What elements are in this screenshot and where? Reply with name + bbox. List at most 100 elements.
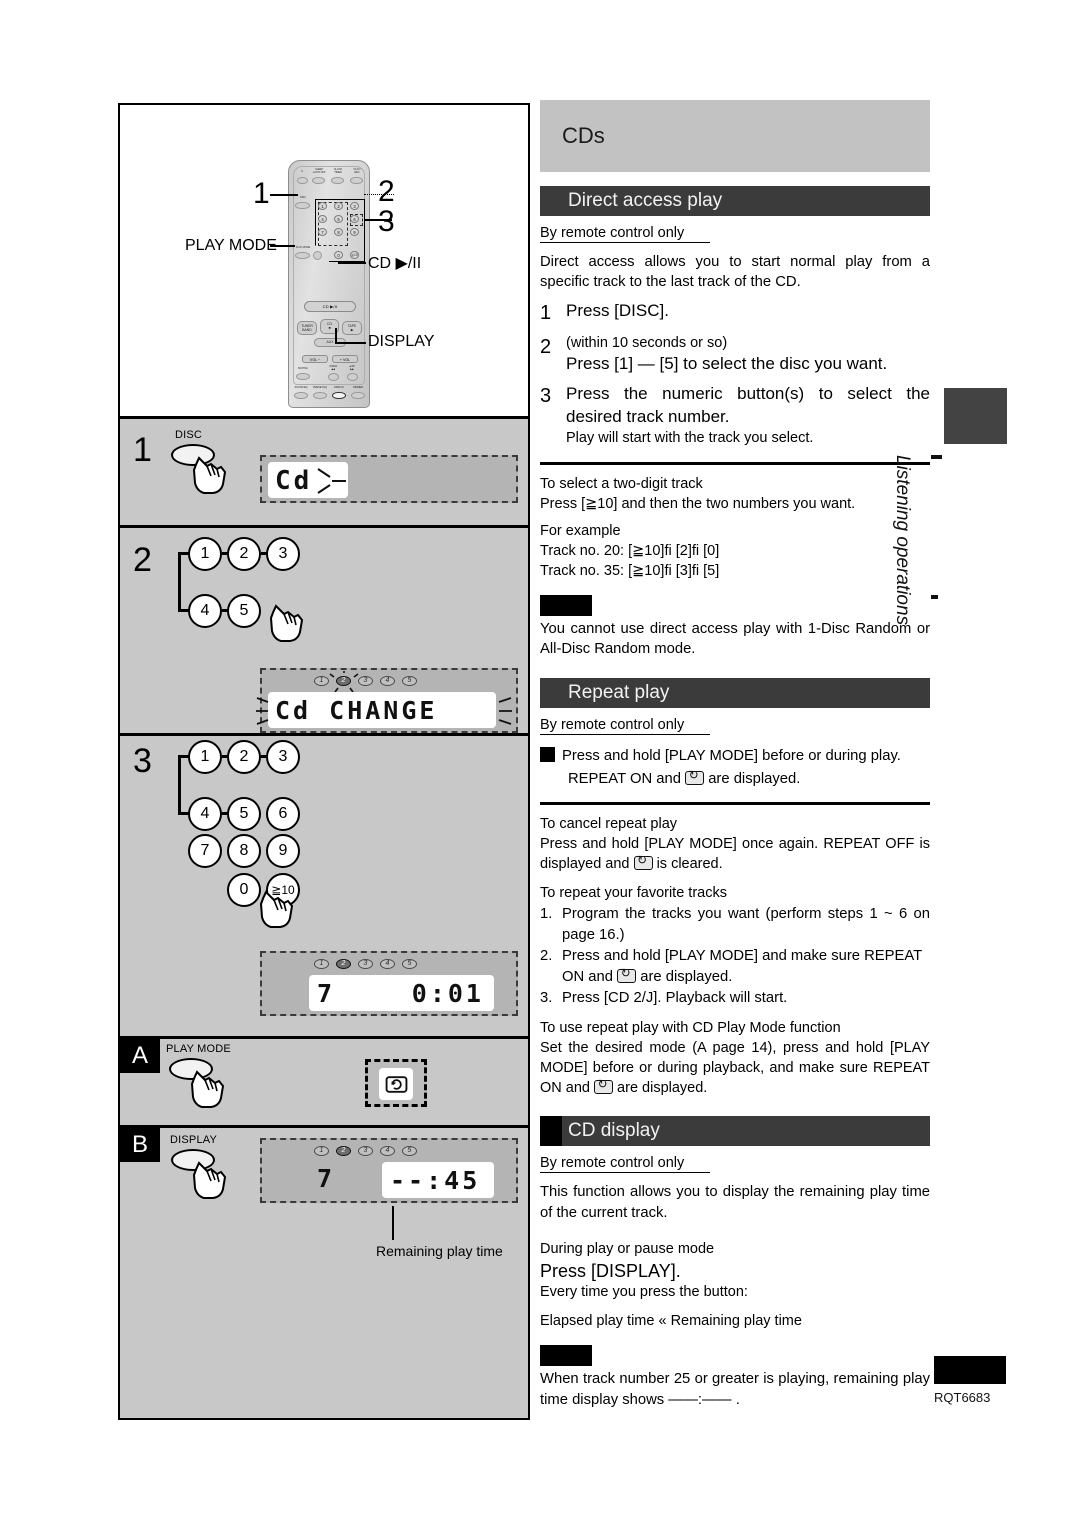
repeat-bullet-sub: REPEAT ON and are displayed. bbox=[540, 768, 930, 789]
step-3-key-8[interactable]: 8 bbox=[227, 834, 261, 868]
remote-sleep-button[interactable] bbox=[312, 177, 325, 184]
pointing-hand-icon bbox=[269, 604, 304, 642]
remote-play-rec-button[interactable] bbox=[350, 177, 363, 184]
step-2-key-5[interactable]: 5 bbox=[227, 594, 261, 628]
step-2-key-2[interactable]: 2 bbox=[227, 537, 261, 571]
remote-clock-timer-button[interactable] bbox=[331, 177, 344, 184]
disc-mark-3: 3 bbox=[358, 959, 373, 969]
remote-key-over10[interactable]: ≧10 bbox=[350, 251, 359, 259]
cd-display-note: When track number 25 or greater is playi… bbox=[540, 1371, 930, 1408]
remote-power-button[interactable] bbox=[297, 177, 308, 184]
step-3-sub: Play will start with the track you selec… bbox=[566, 430, 814, 447]
disc-mark-4: 4 bbox=[380, 1146, 395, 1156]
disc-mark-1: 1 bbox=[314, 676, 329, 686]
step-1-row: 1 DISC Cd bbox=[120, 419, 528, 528]
remote-key-5[interactable]: 5 bbox=[334, 215, 343, 223]
remote-play-mode-button[interactable] bbox=[295, 252, 310, 259]
remote-key-8[interactable]: 8 bbox=[334, 228, 343, 236]
remote-volume-up-button[interactable]: + VOL bbox=[332, 355, 358, 363]
remote-key-6[interactable]: 6 bbox=[350, 215, 359, 223]
remote-disc-label: DISC bbox=[300, 196, 306, 199]
section-header-cd-display: CD display bbox=[540, 1116, 930, 1147]
footer-black-block bbox=[934, 1356, 1006, 1384]
remote-key-3[interactable]: 3 bbox=[350, 202, 359, 210]
repeat-bullet-row: Press and hold [PLAY MODE] before or dur… bbox=[540, 746, 930, 766]
remote-rew-label: ▼REW ◀◀ bbox=[328, 365, 338, 371]
remote-key-0[interactable]: 0 bbox=[334, 251, 343, 259]
disc-blink-icon bbox=[329, 671, 359, 693]
two-digit-heading: To select a two-digit track bbox=[540, 475, 703, 492]
step-3-lcd-time: 0:01 bbox=[411, 979, 484, 1008]
step-2-row: 2 1 2 3 4 5 1 2 3 4 5 Cd CHANGE bbox=[120, 528, 528, 736]
remote-cd-play-pause-button[interactable]: CD ▶/II bbox=[304, 301, 356, 312]
disc-mark-5: 5 bbox=[402, 676, 417, 686]
note-marker-1 bbox=[540, 594, 592, 616]
fav-item-3-value: Press [CD 2/J]. Playback will start. bbox=[562, 990, 788, 1006]
step-2-key-4[interactable]: 4 bbox=[188, 594, 222, 628]
disc-mark-2-active: 2 bbox=[336, 959, 351, 969]
step-3-key-6[interactable]: 6 bbox=[266, 797, 300, 831]
remote-ff-button[interactable] bbox=[347, 373, 358, 381]
disc-mark-5: 5 bbox=[402, 959, 417, 969]
example-track-20: Track no. 20: [≧10]fi [2]fi [0] bbox=[540, 542, 720, 559]
remote-key-4[interactable]: 4 bbox=[318, 215, 327, 223]
remote-unlabeled-button[interactable] bbox=[313, 251, 322, 260]
for-example-heading: For example bbox=[540, 522, 621, 539]
step-3-key-2[interactable]: 2 bbox=[227, 740, 261, 774]
display-toggle-text: Elapsed play time « Remaining play time bbox=[540, 1313, 802, 1330]
cancel-post: is cleared. bbox=[656, 856, 723, 873]
step-3-text: Press the numeric button(s) to select th… bbox=[566, 384, 930, 427]
remote-clock-timer-label: CLOCK TIMER bbox=[333, 168, 343, 174]
step-2-key-1[interactable]: 1 bbox=[188, 537, 222, 571]
by-remote-note-1: By remote control only bbox=[540, 225, 711, 243]
remote-sound-eq-button[interactable] bbox=[294, 392, 308, 399]
side-dash-bottom bbox=[931, 595, 938, 599]
remote-key-9[interactable]: 9 bbox=[350, 228, 359, 236]
remote-dimmer-button[interactable] bbox=[351, 392, 365, 399]
remote-disc-button[interactable] bbox=[295, 202, 310, 209]
step-2-key-3[interactable]: 3 bbox=[266, 537, 300, 571]
section-a-row: A PLAY MODE bbox=[120, 1039, 528, 1128]
direct-access-step-1: 1 Press [DISC]. bbox=[540, 300, 930, 327]
illustration-column: ⏻ SLEEP -AUTO OFF CLOCK TIMER PLAY/ REC … bbox=[118, 103, 530, 1420]
remote-preset-eq-button[interactable] bbox=[313, 392, 327, 399]
step-3-key-9[interactable]: 9 bbox=[266, 834, 300, 868]
remote-control-panel: ⏻ SLEEP -AUTO OFF CLOCK TIMER PLAY/ REC … bbox=[120, 105, 528, 419]
repeat-sub-pre: REPEAT ON and bbox=[568, 770, 681, 787]
remote-muting-button[interactable] bbox=[296, 373, 310, 380]
note-marker-2 bbox=[540, 1345, 592, 1367]
remote-play-mode-label: PLAY MODE bbox=[296, 246, 310, 249]
example-track-35: Track no. 35: [≧10]fi [3]fi [5] bbox=[540, 562, 720, 579]
callout-play-mode: PLAY MODE bbox=[185, 237, 277, 254]
step-3-link-v bbox=[178, 755, 181, 815]
remote-key-2[interactable]: 2 bbox=[334, 202, 343, 210]
side-dash-top bbox=[931, 455, 942, 459]
callout-play-mode-leader bbox=[270, 245, 295, 247]
step-3-key-0[interactable]: 0 bbox=[227, 873, 261, 907]
step-3-key-3[interactable]: 3 bbox=[266, 740, 300, 774]
direct-access-step-3: 3 Press the numeric button(s) to select … bbox=[540, 383, 930, 448]
remote-key-1[interactable]: 1 bbox=[318, 202, 327, 210]
callout-3-leader bbox=[364, 219, 392, 221]
fav-item-1: 1. Program the tracks you want (perform … bbox=[540, 904, 930, 945]
bullet-square-icon bbox=[540, 746, 555, 762]
step-3-key-1[interactable]: 1 bbox=[188, 740, 222, 774]
pointing-hand-icon bbox=[192, 1161, 227, 1199]
section-b-mark: B bbox=[120, 1128, 160, 1162]
remote-tuner-band-button[interactable]: TUNER BAND bbox=[297, 321, 317, 335]
remote-key-7[interactable]: 7 bbox=[318, 228, 327, 236]
rule-2 bbox=[540, 802, 930, 806]
remote-volume-down-button[interactable]: VOL − bbox=[302, 355, 328, 363]
step-3-lcd-screen: 7 0:01 bbox=[309, 975, 494, 1011]
step-3-key-5[interactable]: 5 bbox=[227, 797, 261, 831]
fav-item-1-value: Program the tracks you want (perform ste… bbox=[562, 906, 930, 943]
remote-tape-button[interactable]: TAPE ▶ bbox=[342, 321, 362, 335]
disc-mark-5: 5 bbox=[402, 1146, 417, 1156]
step-3-key-4[interactable]: 4 bbox=[188, 797, 222, 831]
blink-marks-icon bbox=[317, 468, 346, 494]
by-remote-note-3: By remote control only bbox=[540, 1155, 711, 1174]
remote-control-body: ⏻ SLEEP -AUTO OFF CLOCK TIMER PLAY/ REC … bbox=[288, 160, 370, 408]
remote-display-button[interactable] bbox=[332, 392, 346, 399]
remote-rew-button[interactable] bbox=[328, 373, 339, 381]
step-3-key-7[interactable]: 7 bbox=[188, 834, 222, 868]
